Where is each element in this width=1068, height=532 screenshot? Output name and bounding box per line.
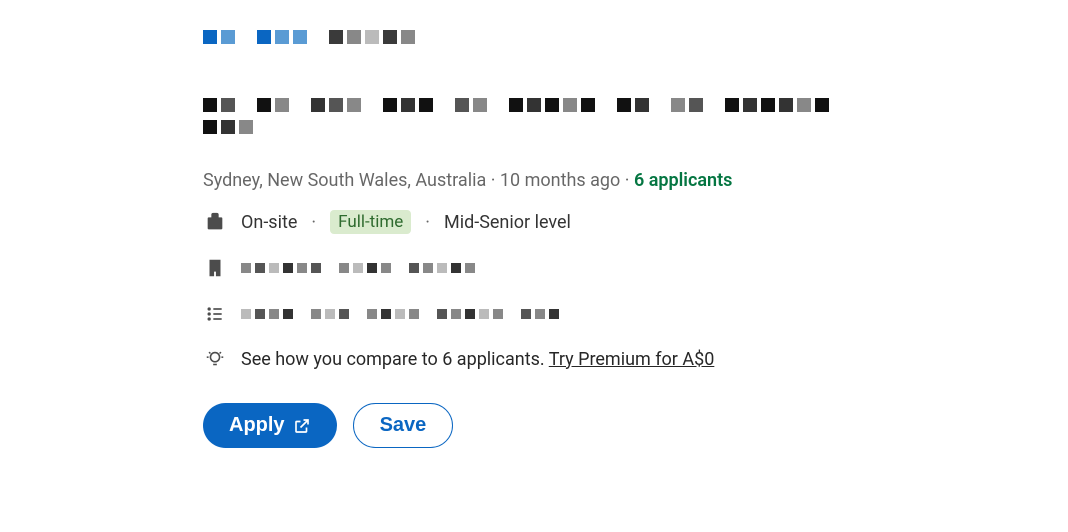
workplace-type: On-site [241, 212, 297, 233]
employment-type-badge: Full-time [330, 210, 411, 234]
job-location: Sydney, New South Wales, Australia [203, 170, 486, 191]
save-button[interactable]: Save [353, 403, 454, 448]
premium-upsell-row: See how you compare to 6 applicants. Try… [203, 347, 963, 371]
company-size-row [203, 255, 963, 281]
action-buttons: Apply Save [203, 403, 963, 448]
skills-row [203, 301, 963, 327]
apply-button[interactable]: Apply [203, 403, 337, 448]
applicant-count: 6 applicants [634, 170, 732, 191]
job-posted-time: 10 months ago [500, 170, 620, 191]
company-name-redacted [203, 30, 963, 44]
job-type-row: On-site · Full-time · Mid-Senior level [203, 209, 963, 235]
try-premium-link[interactable]: Try Premium for A$0 [549, 349, 715, 370]
job-title-redacted [203, 98, 963, 134]
building-icon [203, 256, 227, 280]
skills-redacted [241, 309, 559, 319]
save-button-label: Save [380, 414, 427, 437]
list-icon [203, 302, 227, 326]
premium-compare-text: See how you compare to 6 applicants. Try… [241, 349, 714, 370]
job-listing-card: Sydney, New South Wales, Australia · 10 … [203, 30, 963, 448]
apply-button-label: Apply [229, 414, 285, 437]
external-link-icon [293, 417, 311, 435]
seniority-level: Mid-Senior level [444, 212, 571, 233]
company-size-redacted [241, 263, 475, 273]
briefcase-icon [203, 210, 227, 234]
job-meta-line: Sydney, New South Wales, Australia · 10 … [203, 170, 963, 191]
lightbulb-icon [203, 347, 227, 371]
